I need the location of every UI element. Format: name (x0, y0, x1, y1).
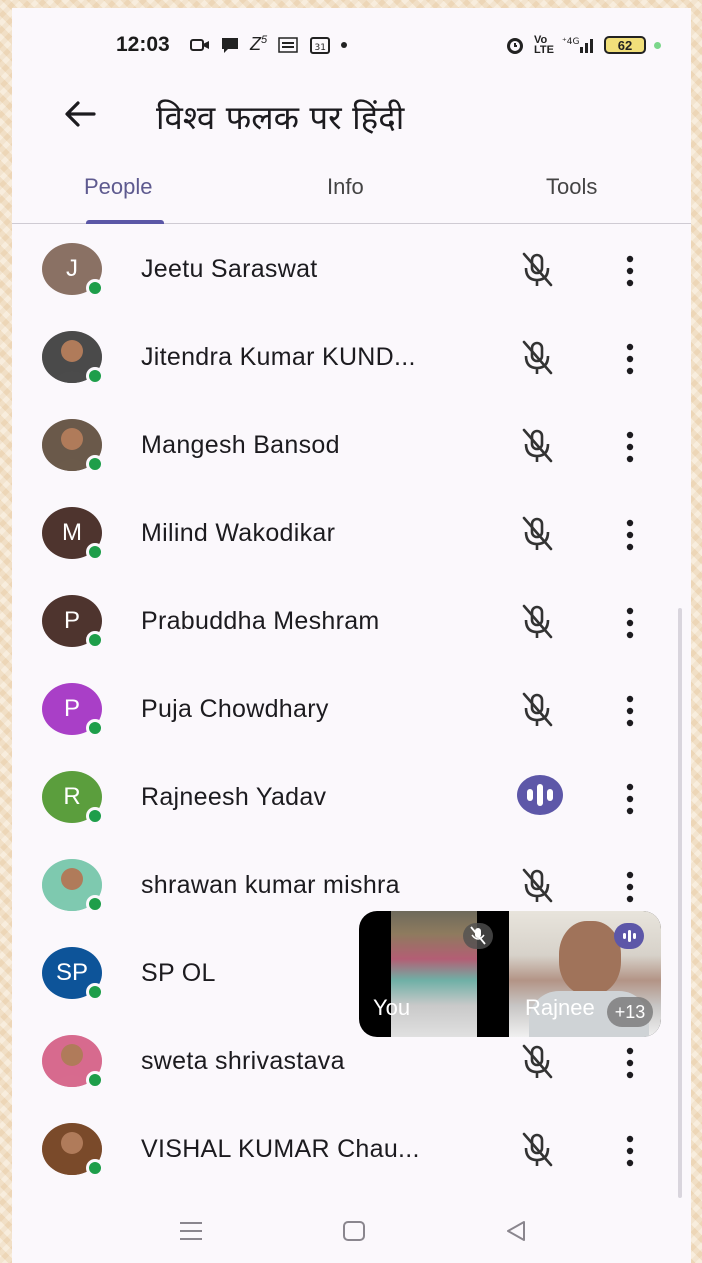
page-title: विश्व फलक पर हिंदी (156, 98, 405, 137)
participant-name: Mangesh Bansod (141, 431, 340, 459)
more-options-icon[interactable] (618, 603, 642, 643)
online-status-icon (86, 631, 104, 649)
self-tile-label: You (373, 995, 411, 1020)
mic-off-icon (516, 690, 558, 730)
online-status-icon (86, 543, 104, 561)
participant-row[interactable]: R Rajneesh Yadav (12, 753, 691, 841)
mic-off-icon (516, 338, 558, 378)
battery-icon: 62 (604, 36, 646, 54)
participant-name: SP OL (141, 959, 216, 987)
system-icons: Vo LTE ⁺4G 62 (504, 34, 661, 56)
mic-off-icon (516, 602, 558, 642)
avatar-initial: R (63, 783, 81, 810)
tab-bar: People Info Tools (12, 168, 691, 224)
participant-name: Prabuddha Meshram (141, 607, 380, 635)
mic-off-icon (516, 250, 558, 290)
chat-notification-icon (222, 37, 238, 53)
speaker-face (559, 921, 621, 995)
mic-off-icon (516, 1042, 558, 1082)
participant-row[interactable]: Jitendra Kumar KUND... (12, 313, 691, 401)
arrow-left-icon[interactable] (60, 94, 100, 134)
active-tab-indicator (86, 220, 164, 224)
app-notification-icon: Z5 (250, 34, 268, 54)
status-time: 12:03 (116, 33, 170, 56)
calendar-notification-icon: 31 (310, 36, 331, 54)
speaker-tile-label: Rajnee (525, 995, 595, 1020)
online-status-icon (86, 719, 104, 737)
more-options-icon[interactable] (618, 427, 642, 467)
participant-name: Jeetu Saraswat (141, 255, 318, 283)
participant-name: Jitendra Kumar KUND... (141, 343, 416, 371)
status-bar: 12:03 Z5 31 Vo LTE ⁺4G 62 (12, 30, 691, 60)
online-status-icon (86, 807, 104, 825)
more-options-icon[interactable] (618, 1131, 642, 1171)
participant-name: Milind Wakodikar (141, 519, 336, 547)
signal-4g-icon: ⁺4G (562, 37, 593, 53)
more-options-icon[interactable] (618, 1043, 642, 1083)
mic-off-icon (516, 1130, 558, 1170)
online-status-icon (86, 279, 104, 297)
more-notifications-dot-icon (341, 41, 348, 48)
participant-row[interactable]: P Puja Chowdhary (12, 665, 691, 753)
tab-tools[interactable]: Tools (546, 174, 597, 200)
online-status-icon (86, 367, 104, 385)
online-status-icon (86, 1071, 104, 1089)
more-options-icon[interactable] (618, 867, 642, 907)
mic-off-icon (516, 514, 558, 554)
privacy-indicator-icon (654, 41, 661, 49)
online-status-icon (86, 1159, 104, 1177)
meet-app-screen: 12:03 Z5 31 Vo LTE ⁺4G 62 विश्व फलक पर हि… (12, 8, 691, 1263)
participant-row[interactable]: VISHAL KUMAR Chau... (12, 1105, 691, 1193)
tab-people[interactable]: People (84, 174, 153, 200)
home-icon[interactable] (342, 1220, 366, 1242)
avatar-initial: J (66, 255, 78, 282)
more-options-icon[interactable] (618, 339, 642, 379)
volte-icon: Vo LTE (534, 34, 554, 56)
recents-menu-icon[interactable] (178, 1220, 204, 1242)
participant-name: Puja Chowdhary (141, 695, 329, 723)
online-status-icon (86, 455, 104, 473)
avatar-initial: P (63, 607, 80, 634)
participant-row[interactable]: P Prabuddha Meshram (12, 577, 691, 665)
speaker-audio-icon (614, 923, 644, 949)
system-nav-bar (12, 1208, 691, 1263)
participant-name: sweta shrivastava (141, 1047, 345, 1075)
notification-icons: Z5 31 (190, 34, 348, 55)
avatar-initial: SP (55, 959, 88, 986)
online-status-icon (86, 895, 104, 913)
more-options-icon[interactable] (618, 515, 642, 555)
back-nav-icon[interactable] (504, 1220, 528, 1242)
svg-text:⁺4G: ⁺4G (562, 37, 579, 47)
participant-row[interactable]: Mangesh Bansod (12, 401, 691, 489)
more-participants-badge[interactable]: +13 (607, 997, 653, 1027)
speaking-audio-icon (517, 775, 563, 815)
list-scrollbar[interactable] (678, 608, 682, 1198)
participant-row[interactable]: M Milind Wakodikar (12, 489, 691, 577)
news-notification-icon (278, 36, 298, 53)
participant-name: VISHAL KUMAR Chau... (141, 1135, 420, 1163)
online-status-icon (86, 983, 104, 1001)
participant-row[interactable]: J Jeetu Saraswat (12, 225, 691, 313)
alarm-icon (507, 38, 524, 54)
svg-text:31: 31 (315, 43, 326, 53)
avatar-initial: P (63, 695, 80, 722)
avatar-initial: M (62, 519, 82, 546)
participant-name: shrawan kumar mishra (141, 871, 400, 899)
more-options-icon[interactable] (618, 251, 642, 291)
more-options-icon[interactable] (618, 691, 642, 731)
more-options-icon[interactable] (618, 779, 642, 819)
app-header: विश्व फलक पर हिंदी (12, 88, 691, 148)
participant-name: Rajneesh Yadav (141, 783, 327, 811)
self-mic-off-icon (463, 923, 493, 949)
mic-off-icon (516, 426, 558, 466)
mic-off-icon (516, 866, 558, 906)
picture-in-picture-window[interactable]: You Rajnee +13 (359, 911, 661, 1037)
tab-info[interactable]: Info (327, 174, 364, 200)
video-notification-icon (190, 38, 209, 51)
